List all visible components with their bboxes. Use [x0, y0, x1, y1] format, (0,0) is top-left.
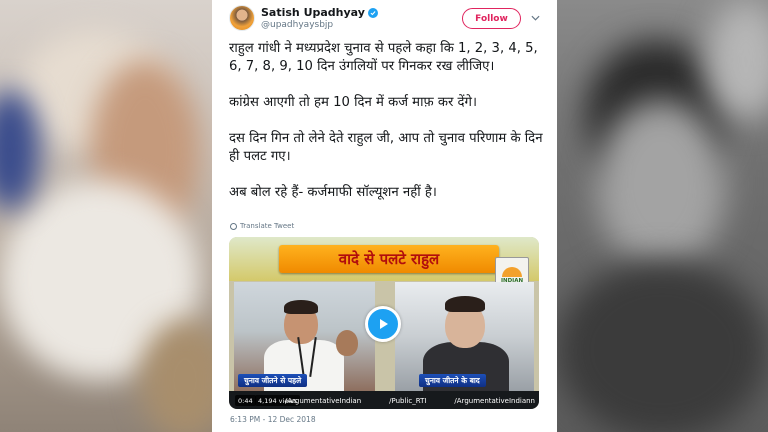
play-icon [380, 319, 388, 329]
tweet-paragraph: दस दिन गिन तो लेने देते राहुल जी, आप तो … [229, 131, 543, 164]
caption-after: चुनाव जीतने के बाद [419, 374, 486, 387]
follow-button[interactable]: Follow [462, 8, 521, 29]
tweet-paragraph: कांग्रेस आएगी तो हम 10 दिन में कर्ज माफ़… [229, 95, 477, 110]
chevron-down-icon[interactable] [530, 13, 540, 23]
author-handle[interactable]: @upadhyaysbjp [261, 19, 378, 31]
logo-sun-icon [502, 267, 522, 277]
source-handle: /Public_RTI [389, 396, 427, 405]
author-name[interactable]: Satish Upadhyay [261, 6, 365, 19]
video-source-handles: /ArgumentativeIndian /Public_RTI /Argume… [285, 395, 535, 406]
source-handle: /ArgumentativeIndiann [454, 396, 535, 405]
bystander-head [336, 330, 358, 356]
video-banner-title: वादे से पलटे राहुल [279, 245, 499, 273]
video-panel-before: चुनाव जीतने से पहले [234, 282, 375, 391]
verified-badge-icon [367, 7, 378, 18]
globe-icon [230, 222, 237, 230]
video-player[interactable]: वादे से पलटे राहुल INDIAN चुनाव जीतने से… [229, 237, 539, 409]
author-block[interactable]: Satish Upadhyay @upadhyaysbjp [261, 6, 378, 31]
translate-label[interactable]: Translate Tweet [240, 222, 294, 230]
tweet-header: Satish Upadhyay @upadhyaysbjp Follow [212, 0, 557, 36]
speaker-hair [445, 296, 485, 312]
author-name-row[interactable]: Satish Upadhyay [261, 6, 378, 19]
avatar[interactable] [229, 5, 255, 31]
tweet-text: राहुल गांधी ने मध्यप्रदेश चुनाव से पहले … [229, 40, 547, 202]
background-left-photo [0, 0, 212, 432]
caption-before: चुनाव जीतने से पहले [238, 374, 308, 387]
tweet-timestamp[interactable]: 6:13 PM - 12 Dec 2018 [230, 415, 316, 424]
play-button[interactable] [365, 306, 401, 342]
background-right-photo [556, 0, 768, 432]
source-handle: /ArgumentativeIndian [285, 396, 362, 405]
translate-tweet-link[interactable]: Translate Tweet [230, 222, 294, 230]
tweet-paragraph: राहुल गांधी ने मध्यप्रदेश चुनाव से पहले … [229, 41, 538, 74]
tweet-paragraph: अब बोल रहे हैं- कर्जमाफी सॉल्यूशन नहीं ह… [229, 185, 437, 200]
video-duration: 0:44 [235, 395, 256, 406]
speaker-hair [284, 300, 318, 314]
video-panel-after: चुनाव जीतने के बाद [395, 282, 534, 391]
